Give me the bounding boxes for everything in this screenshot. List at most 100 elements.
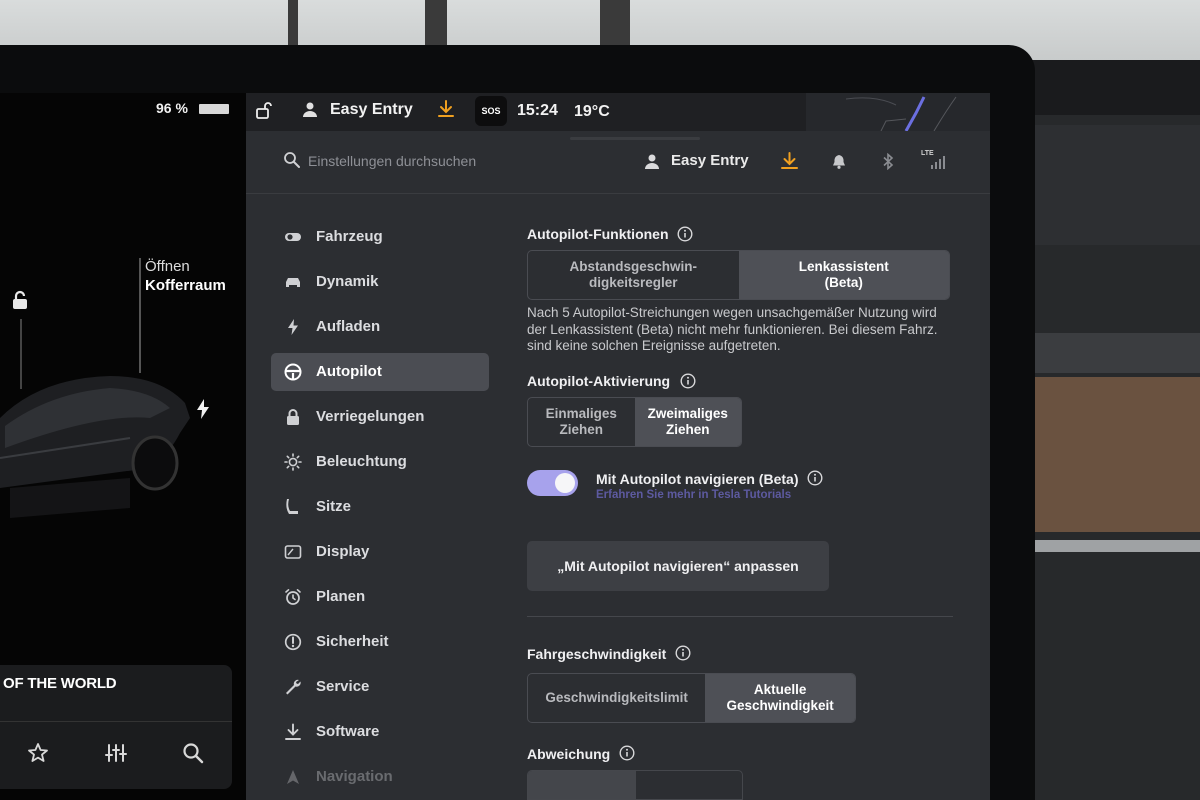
sidebar-item-display[interactable]: Display (271, 533, 489, 571)
toggle-knob (555, 473, 575, 493)
lock-indicator-line (20, 319, 22, 389)
customize-navigate-button[interactable]: „Mit Autopilot navigieren“ anpassen (527, 541, 829, 591)
download-icon[interactable] (781, 152, 798, 170)
autopilot-features-selector: Abstandsgeschwin- digkeitsregler Lenkass… (527, 250, 950, 300)
star-icon[interactable] (26, 741, 50, 765)
info-icon[interactable] (807, 470, 823, 486)
sidebar-item-dynamik[interactable]: Dynamik (271, 263, 489, 301)
option-label: Aktuelle Geschwindigkeit (726, 682, 834, 713)
toggle-icon (285, 233, 301, 241)
sidebar-item-label: Service (316, 678, 370, 695)
sos-button[interactable]: SOS (475, 96, 507, 126)
open-trunk-button[interactable]: Öffnen Kofferraum (145, 257, 226, 295)
media-divider (0, 721, 232, 722)
navigate-on-autopilot-label: Mit Autopilot navigieren (Beta) (596, 471, 799, 487)
header-divider (246, 193, 990, 194)
search-icon (284, 152, 300, 168)
search-icon[interactable] (181, 741, 205, 765)
sidebar-item-label: Verriegelungen (316, 408, 425, 425)
sidebar-item-beleuchtung[interactable]: Beleuchtung (271, 443, 489, 481)
option-speed-limit[interactable]: Geschwindigkeitslimit (528, 674, 705, 722)
sidebar-item-verriegelungen[interactable]: Verriegelungen (271, 398, 489, 436)
user-icon (303, 102, 317, 117)
header-driver-profile[interactable]: Easy Entry (671, 152, 749, 169)
media-track-title: OF THE WORLD (3, 675, 117, 692)
cellular-signal-icon: LTE (921, 150, 947, 170)
user-icon (645, 154, 659, 169)
bluetooth-icon[interactable] (882, 153, 894, 170)
unlock-icon[interactable] (256, 101, 272, 119)
section-divider (527, 616, 953, 617)
option-single-pull[interactable]: Einmaliges Ziehen (528, 398, 635, 446)
trunk-indicator-line (139, 258, 141, 373)
tutorial-link[interactable]: Erfahren Sie mehr in Tesla Tutorials (596, 489, 791, 501)
speed-display-selector: Geschwindigkeitslimit Aktuelle Geschwind… (527, 673, 856, 723)
sidebar-item-label: Planen (316, 588, 366, 605)
option-label: Zweimaliges Ziehen (647, 406, 728, 437)
drag-handle[interactable] (570, 137, 700, 140)
status-bar: Easy Entry SOS 15:24 19°C (246, 93, 990, 131)
autosteer-strike-notice: Nach 5 Autopilot-Streichungen wegen unsa… (527, 305, 938, 353)
sidebar-item-label: Software (316, 723, 380, 740)
bolt-icon (288, 319, 298, 335)
wood-trim (1035, 377, 1200, 532)
sun-icon (284, 453, 302, 471)
sidebar-item-aufladen[interactable]: Aufladen (271, 308, 489, 346)
sidebar-item-label: Aufladen (316, 318, 381, 335)
background-post (600, 0, 630, 50)
section-title-activation: Autopilot-Aktivierung (527, 373, 671, 389)
info-icon[interactable] (675, 645, 691, 661)
info-icon[interactable] (677, 226, 693, 242)
option-label: Einmaliges Ziehen (545, 406, 617, 437)
charge-port-icon[interactable] (196, 399, 210, 419)
trim-strip (1035, 540, 1200, 552)
option-label: Abstandsgeschwin- digkeitsregler (569, 259, 698, 290)
sidebar-item-label: Sicherheit (316, 633, 389, 650)
navigation-icon (287, 770, 299, 784)
outside-temperature: 19°C (574, 103, 610, 120)
steering-wheel-icon (284, 363, 302, 381)
sidebar-item-software[interactable]: Software (271, 713, 489, 751)
section-title-offset: Abweichung (527, 746, 611, 762)
sidebar-item-sicherheit[interactable]: Sicherheit (271, 623, 489, 661)
car-icon (286, 278, 300, 287)
driver-profile[interactable]: Easy Entry (330, 101, 413, 119)
sidebar-item-label: Dynamik (316, 273, 379, 290)
dashboard-trim (1035, 115, 1200, 800)
sidebar-item-label: Display (316, 543, 370, 560)
offset-option-selected (528, 771, 636, 799)
sidebar-item-sitze[interactable]: Sitze (271, 488, 489, 526)
settings-search-input[interactable] (308, 150, 538, 172)
option-label: Geschwindigkeitslimit (545, 690, 688, 705)
sidebar-item-navigation[interactable]: Navigation (271, 758, 489, 796)
option-autosteer[interactable]: Lenkassistent (Beta) (738, 251, 949, 299)
bell-icon[interactable] (832, 154, 846, 169)
download-icon[interactable] (438, 100, 454, 118)
map-preview[interactable] (806, 93, 990, 131)
battery-percent: 96 % (156, 100, 188, 116)
battery-icon (199, 104, 229, 114)
sidebar-item-autopilot[interactable]: Autopilot (271, 353, 489, 391)
option-double-pull[interactable]: Zweimaliges Ziehen (634, 398, 741, 446)
equalizer-icon[interactable] (104, 741, 128, 765)
sidebar-item-service[interactable]: Service (271, 668, 489, 706)
option-current-speed[interactable]: Aktuelle Geschwindigkeit (705, 674, 855, 722)
display-icon (284, 545, 302, 559)
wrench-icon (286, 679, 301, 695)
sidebar-item-label: Beleuchtung (316, 453, 407, 470)
sos-label: SOS (481, 106, 501, 116)
info-icon[interactable] (680, 373, 696, 389)
option-cruise-control[interactable]: Abstandsgeschwin- digkeitsregler (528, 251, 739, 299)
navigate-on-autopilot-toggle[interactable] (527, 470, 578, 496)
trunk-label-target: Kofferraum (145, 277, 226, 294)
info-icon[interactable] (619, 745, 635, 761)
unlock-icon[interactable] (10, 290, 30, 310)
touchscreen: 96 % Öffnen Kofferraum OF THE WORLD Easy… (0, 93, 990, 800)
sidebar-item-planen[interactable]: Planen (271, 578, 489, 616)
activation-selector: Einmaliges Ziehen Zweimaliges Ziehen (527, 397, 742, 447)
section-title-autopilot-features: Autopilot-Funktionen (527, 226, 669, 242)
alert-circle-icon (284, 633, 302, 651)
sidebar-item-fahrzeug[interactable]: Fahrzeug (271, 218, 489, 256)
clock: 15:24 (517, 102, 558, 119)
offset-selector[interactable] (527, 770, 743, 800)
